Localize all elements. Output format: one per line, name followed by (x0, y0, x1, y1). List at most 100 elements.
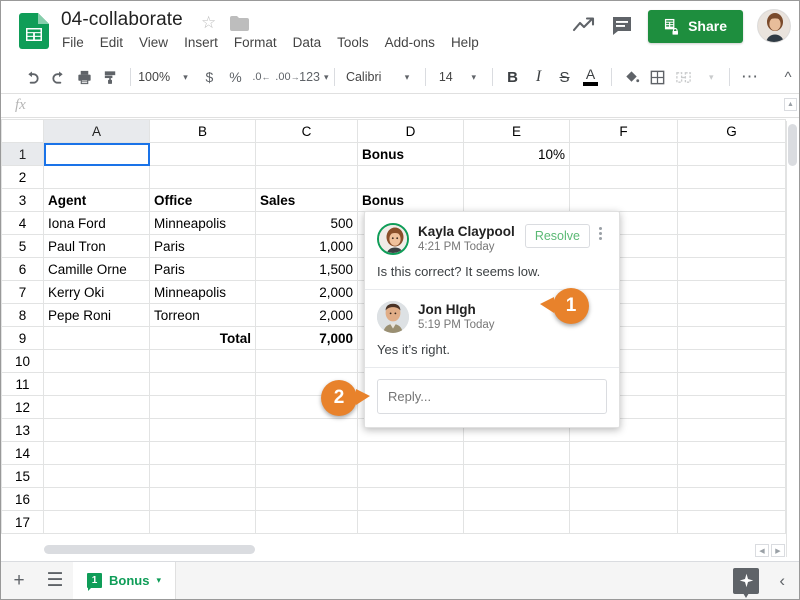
font-size-select[interactable]: 14 (433, 64, 459, 90)
row-header-7[interactable]: 7 (1, 280, 44, 304)
cell-g9[interactable] (677, 326, 786, 350)
cell-a3[interactable]: Agent (43, 188, 150, 212)
cell-f1[interactable] (569, 142, 678, 166)
merge-cells-icon[interactable] (670, 64, 696, 90)
cell-c10[interactable] (255, 349, 358, 373)
reply-input[interactable] (377, 379, 607, 414)
column-header-d[interactable]: D (357, 119, 464, 143)
cell-g10[interactable] (677, 349, 786, 373)
cell-e2[interactable] (463, 165, 570, 189)
menu-item-addons[interactable]: Add-ons (385, 35, 435, 50)
column-header-e[interactable]: E (463, 119, 570, 143)
cell-a5[interactable]: Paul Tron (43, 234, 150, 258)
column-header-a[interactable]: A (43, 119, 150, 143)
fill-color-icon[interactable] (618, 64, 644, 90)
menu-item-file[interactable]: File (62, 35, 84, 50)
menu-item-tools[interactable]: Tools (337, 35, 369, 50)
cell-e17[interactable] (463, 510, 570, 534)
decrease-decimal-button[interactable]: .0 ← (248, 64, 274, 90)
column-header-c[interactable]: C (255, 119, 358, 143)
formula-input[interactable] (39, 94, 799, 117)
cell-a15[interactable] (43, 464, 150, 488)
add-sheet-icon[interactable]: + (1, 562, 37, 600)
row-header-6[interactable]: 6 (1, 257, 44, 281)
folder-icon[interactable] (230, 16, 249, 31)
cell-g17[interactable] (677, 510, 786, 534)
cell-c9[interactable]: 7,000 (255, 326, 358, 350)
cell-f16[interactable] (569, 487, 678, 511)
cell-c1[interactable] (255, 142, 358, 166)
cell-c16[interactable] (255, 487, 358, 511)
cell-a16[interactable] (43, 487, 150, 511)
cell-c2[interactable] (255, 165, 358, 189)
cell-a11[interactable] (43, 372, 150, 396)
cell-b17[interactable] (149, 510, 256, 534)
cell-c3[interactable]: Sales (255, 188, 358, 212)
cell-g14[interactable] (677, 441, 786, 465)
cell-b1[interactable] (149, 142, 256, 166)
cell-g15[interactable] (677, 464, 786, 488)
cell-g4[interactable] (677, 211, 786, 235)
cell-g2[interactable] (677, 165, 786, 189)
row-header-2[interactable]: 2 (1, 165, 44, 189)
text-color-button[interactable]: A (578, 64, 604, 90)
cell-g13[interactable] (677, 418, 786, 442)
cell-c7[interactable]: 2,000 (255, 280, 358, 304)
cell-c5[interactable]: 1,000 (255, 234, 358, 258)
cell-g16[interactable] (677, 487, 786, 511)
merge-caret-icon[interactable]: ▾ (696, 64, 722, 90)
cell-f14[interactable] (569, 441, 678, 465)
vertical-scroll-thumb[interactable] (788, 124, 797, 166)
currency-format-button[interactable]: $ (196, 64, 222, 90)
column-header-f[interactable]: F (569, 119, 678, 143)
cell-f2[interactable] (569, 165, 678, 189)
cell-b11[interactable] (149, 372, 256, 396)
row-header-15[interactable]: 15 (1, 464, 44, 488)
number-format-button[interactable]: 123 ▾ (299, 64, 328, 90)
print-icon[interactable] (71, 64, 97, 90)
explore-icon[interactable] (733, 567, 760, 598)
cell-g6[interactable] (677, 257, 786, 281)
increase-decimal-button[interactable]: .00 → (274, 64, 300, 90)
collapse-toolbar-icon[interactable]: ^ (775, 64, 799, 90)
strikethrough-button[interactable]: S (552, 64, 578, 90)
resolve-button[interactable]: Resolve (524, 224, 590, 248)
cell-b14[interactable] (149, 441, 256, 465)
cell-c13[interactable] (255, 418, 358, 442)
cell-b10[interactable] (149, 349, 256, 373)
more-options-icon[interactable]: ⋯ (737, 64, 763, 90)
cell-c8[interactable]: 2,000 (255, 303, 358, 327)
row-header-14[interactable]: 14 (1, 441, 44, 465)
cell-b13[interactable] (149, 418, 256, 442)
document-title[interactable]: 04-collaborate (61, 9, 183, 31)
cell-c14[interactable] (255, 441, 358, 465)
menu-item-format[interactable]: Format (234, 35, 277, 50)
cell-d16[interactable] (357, 487, 464, 511)
cell-d14[interactable] (357, 441, 464, 465)
cell-d15[interactable] (357, 464, 464, 488)
zoom-control[interactable]: 100% (138, 64, 171, 90)
scroll-up-arrow[interactable]: ▲ (784, 98, 797, 111)
cell-g12[interactable] (677, 395, 786, 419)
row-header-12[interactable]: 12 (1, 395, 44, 419)
row-header-1[interactable]: 1 (1, 142, 44, 166)
font-family-caret-icon[interactable]: ▾ (392, 64, 418, 90)
comment-more-options-icon[interactable] (593, 227, 607, 240)
cell-d17[interactable] (357, 510, 464, 534)
sheet-tab-caret-icon[interactable]: ▾ (156, 575, 161, 586)
cell-g3[interactable] (677, 188, 786, 212)
vertical-scrollbar[interactable] (786, 121, 797, 557)
comment-icon[interactable] (610, 14, 634, 38)
row-header-4[interactable]: 4 (1, 211, 44, 235)
bold-button[interactable]: B (500, 64, 526, 90)
cell-f3[interactable] (569, 188, 678, 212)
row-header-3[interactable]: 3 (1, 188, 44, 212)
cell-g8[interactable] (677, 303, 786, 327)
row-header-11[interactable]: 11 (1, 372, 44, 396)
cell-b15[interactable] (149, 464, 256, 488)
scroll-left-arrow[interactable]: ◀ (755, 544, 769, 557)
cell-a6[interactable]: Camille Orne (43, 257, 150, 281)
cell-d3[interactable]: Bonus (357, 188, 464, 212)
row-header-10[interactable]: 10 (1, 349, 44, 373)
cell-c4[interactable]: 500 (255, 211, 358, 235)
